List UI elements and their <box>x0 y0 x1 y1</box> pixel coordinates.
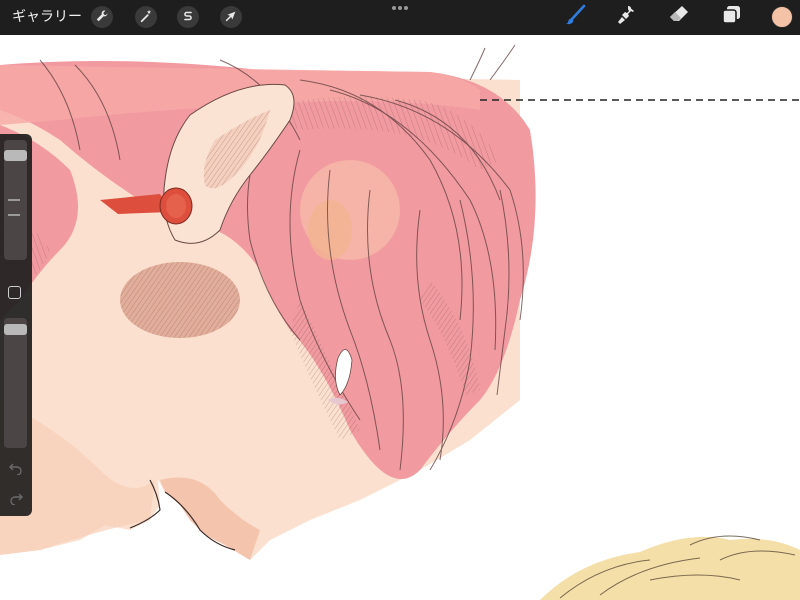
wrench-icon <box>95 8 109 27</box>
actions-button[interactable] <box>91 6 113 28</box>
layers-icon <box>719 3 743 31</box>
brush-opacity-slider[interactable] <box>4 318 27 448</box>
undo-arrow-icon[interactable] <box>8 460 24 476</box>
brush-opacity-thumb[interactable] <box>4 324 27 335</box>
redo-arrow-icon[interactable] <box>8 490 24 506</box>
color-picker-button[interactable] <box>771 6 793 28</box>
adjustments-button[interactable] <box>135 6 157 28</box>
selection-s-icon <box>181 8 195 27</box>
magic-wand-icon <box>139 8 153 27</box>
brush-size-thumb[interactable] <box>4 150 27 161</box>
arrow-cursor-icon <box>224 8 238 27</box>
selection-button[interactable] <box>177 6 199 28</box>
gallery-button[interactable]: ギャラリー <box>12 7 82 27</box>
artwork-illustration <box>0 44 800 600</box>
transform-button[interactable] <box>220 6 242 28</box>
brush-sidebar <box>0 134 32 516</box>
eraser-icon <box>667 3 691 31</box>
top-toolbar: ギャラリー <box>0 0 800 35</box>
square-modify-icon[interactable] <box>8 286 21 299</box>
smudge-icon <box>615 3 639 31</box>
more-dots-icon[interactable] <box>389 0 411 14</box>
brush-tool-button[interactable] <box>562 4 588 30</box>
drawing-canvas[interactable] <box>0 35 800 600</box>
slider-tick <box>8 199 20 201</box>
smudge-tool-button[interactable] <box>614 4 640 30</box>
layers-button[interactable] <box>718 4 744 30</box>
brush-icon <box>563 3 587 31</box>
slider-tick <box>8 214 20 216</box>
eraser-tool-button[interactable] <box>666 4 692 30</box>
